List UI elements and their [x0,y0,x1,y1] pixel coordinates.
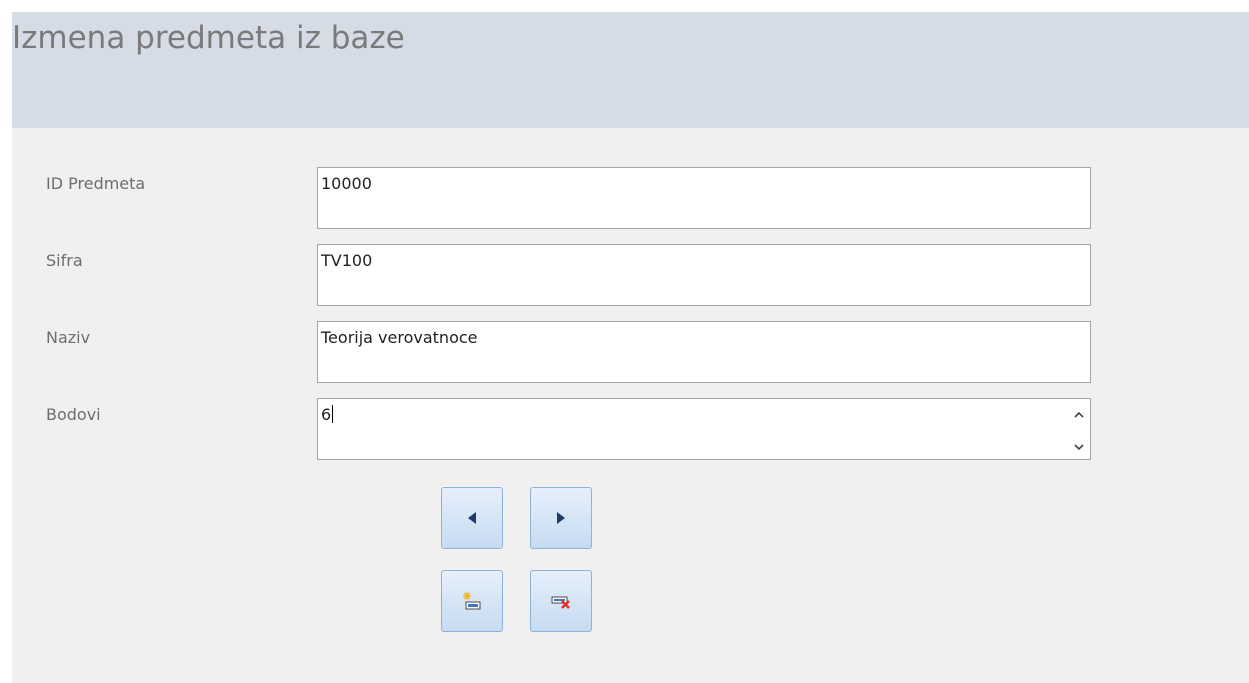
form-header: Izmena predmeta iz baze [12,12,1249,128]
naziv-value: Teorija verovatnoce [321,328,478,347]
next-record-button[interactable] [530,487,592,549]
id-predmeta-field[interactable]: 10000 [317,167,1091,229]
sifra-value: TV100 [321,251,373,270]
delete-record-icon [551,596,570,609]
scroll-down-icon[interactable] [1072,439,1086,453]
bodovi-value-wrap: 6 [321,405,334,424]
scroll-up-icon[interactable] [1072,407,1086,421]
form-window: Izmena predmeta iz baze ID Predmeta 1000… [12,12,1249,683]
triangle-left-icon [468,512,476,524]
sifra-label: Sifra [46,251,83,270]
bodovi-field[interactable]: 6 [317,398,1091,460]
bodovi-value: 6 [321,405,332,424]
bodovi-label: Bodovi [46,405,101,424]
new-record-button[interactable] [441,570,503,632]
previous-record-button[interactable] [441,487,503,549]
id-predmeta-label: ID Predmeta [46,174,146,193]
naziv-label: Naziv [46,328,91,347]
form-title: Izmena predmeta iz baze [12,20,405,56]
triangle-right-icon [557,512,565,524]
naziv-field[interactable]: Teorija verovatnoce [317,321,1091,383]
text-caret [332,405,334,423]
id-predmeta-value: 10000 [321,174,372,193]
new-record-icon [463,592,481,610]
sifra-field[interactable]: TV100 [317,244,1091,306]
delete-record-button[interactable] [530,570,592,632]
